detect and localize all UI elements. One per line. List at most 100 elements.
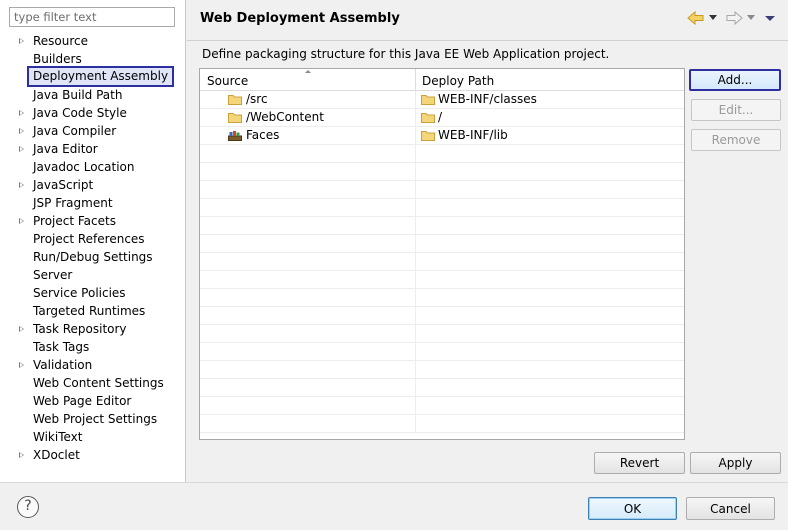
source-cell: /WebContent: [200, 109, 416, 126]
back-arrow-icon[interactable]: [687, 10, 705, 26]
sidebar-item-javadoc-location[interactable]: Javadoc Location: [0, 158, 185, 176]
help-icon[interactable]: ?: [17, 496, 39, 518]
sidebar-item-web-project-settings[interactable]: Web Project Settings: [0, 410, 185, 428]
table-row[interactable]: Faces WEB-INF/lib: [200, 127, 684, 145]
deploy-path-cell: [416, 217, 684, 234]
ok-button[interactable]: OK: [588, 497, 677, 520]
expand-arrow-icon[interactable]: [19, 128, 24, 134]
view-menu-icon[interactable]: [764, 10, 776, 26]
expand-arrow-icon[interactable]: [19, 182, 24, 188]
expand-arrow-icon[interactable]: [19, 326, 24, 332]
sidebar-item-java-editor[interactable]: Java Editor: [0, 140, 185, 158]
sidebar-item-xdoclet[interactable]: XDoclet: [0, 446, 185, 464]
property-page-tree: Resource Builders Deployment Assembly Java …: [0, 32, 185, 464]
deploy-path-cell: [416, 415, 684, 432]
edit-button[interactable]: Edit...: [691, 99, 781, 121]
source-cell: [200, 199, 416, 216]
sidebar-item-java-code-style[interactable]: Java Code Style: [0, 104, 185, 122]
expand-arrow-icon[interactable]: [19, 146, 24, 152]
forward-arrow-icon[interactable]: [725, 10, 743, 26]
source-cell: [200, 325, 416, 342]
sidebar-item-project-facets[interactable]: Project Facets: [0, 212, 185, 230]
sidebar-item-project-references[interactable]: Project References: [0, 230, 185, 248]
forward-history-dropdown-icon[interactable]: [746, 10, 756, 26]
table-row-empty: [200, 181, 684, 199]
sidebar-item-label: Javadoc Location: [33, 160, 135, 174]
sidebar-item-wikitext[interactable]: WikiText: [0, 428, 185, 446]
sidebar-item-label: Server: [33, 268, 73, 282]
revert-button[interactable]: Revert: [594, 452, 685, 474]
source-cell: [200, 235, 416, 252]
deploy-path-cell: WEB-INF/lib: [416, 127, 684, 144]
sidebar-item-task-repository[interactable]: Task Repository: [0, 320, 185, 338]
sidebar-item-run-debug-settings[interactable]: Run/Debug Settings: [0, 248, 185, 266]
sidebar-item-java-build-path[interactable]: Java Build Path: [0, 86, 185, 104]
column-header-source[interactable]: Source: [200, 69, 416, 91]
sidebar-item-validation[interactable]: Validation: [0, 356, 185, 374]
dialog-footer: ? OK Cancel: [0, 483, 788, 530]
sidebar-item-java-compiler[interactable]: Java Compiler: [0, 122, 185, 140]
deploy-path-cell: [416, 181, 684, 198]
sidebar-item-targeted-runtimes[interactable]: Targeted Runtimes: [0, 302, 185, 320]
page-header: Web Deployment Assembly: [187, 0, 788, 40]
sidebar-item-deployment-assembly[interactable]: Deployment Assembly: [0, 66, 185, 87]
table-row[interactable]: /WebContent /: [200, 109, 684, 127]
source-cell: [200, 397, 416, 414]
sidebar-item-label: Project Facets: [33, 214, 116, 228]
sidebar-item-web-page-editor[interactable]: Web Page Editor: [0, 392, 185, 410]
source-cell: [200, 289, 416, 306]
table-row-empty: [200, 271, 684, 289]
deploy-path-cell: [416, 163, 684, 180]
deploy-path-cell: [416, 379, 684, 396]
expand-arrow-icon[interactable]: [19, 38, 24, 44]
folder-icon: [228, 95, 242, 105]
sidebar-item-javascript[interactable]: JavaScript: [0, 176, 185, 194]
expand-arrow-icon[interactable]: [19, 362, 24, 368]
deploy-path-cell: [416, 235, 684, 252]
table-row-empty: [200, 307, 684, 325]
source-cell: [200, 181, 416, 198]
expand-arrow-icon[interactable]: [19, 110, 24, 116]
table-row-empty: [200, 343, 684, 361]
page-description: Define packaging structure for this Java…: [202, 47, 610, 61]
source-cell: [200, 361, 416, 378]
sidebar-item-label: Validation: [33, 358, 93, 372]
sidebar-item-label: Task Repository: [33, 322, 127, 336]
column-header-deploy-path[interactable]: Deploy Path: [416, 69, 684, 91]
table-row[interactable]: /src WEB-INF/classes: [200, 91, 684, 109]
add-button[interactable]: Add...: [689, 69, 781, 91]
sidebar-item-label: Java Compiler: [33, 124, 117, 138]
page-title: Web Deployment Assembly: [200, 11, 400, 26]
deploy-path-cell: [416, 199, 684, 216]
back-history-dropdown-icon[interactable]: [708, 10, 718, 26]
sidebar-item-jsp-fragment[interactable]: JSP Fragment: [0, 194, 185, 212]
column-header-source-label: Source: [207, 74, 249, 88]
filter-input[interactable]: [9, 7, 175, 27]
sidebar-item-resource[interactable]: Resource: [0, 32, 185, 50]
expand-arrow-icon[interactable]: [19, 218, 24, 224]
deploy-path-cell: [416, 307, 684, 324]
cancel-button[interactable]: Cancel: [686, 497, 775, 520]
table-body: /src WEB-INF/classes/WebContent / Faces WEB-…: [200, 91, 684, 433]
sidebar-item-label: Java Editor: [33, 142, 98, 156]
source-cell: [200, 217, 416, 234]
source-cell: [200, 343, 416, 360]
remove-button[interactable]: Remove: [691, 129, 781, 151]
folder-icon: [421, 95, 435, 105]
sidebar-item-server[interactable]: Server: [0, 266, 185, 284]
sidebar-item-label: WikiText: [33, 430, 83, 444]
folder-icon: [228, 113, 242, 123]
table-header: Source Deploy Path: [200, 69, 684, 91]
expand-arrow-icon[interactable]: [19, 452, 24, 458]
header-divider: [187, 40, 788, 41]
sidebar-item-service-policies[interactable]: Service Policies: [0, 284, 185, 302]
sidebar-item-label: Web Content Settings: [33, 376, 164, 390]
deploy-path-cell-text: WEB-INF/classes: [438, 92, 537, 106]
apply-button[interactable]: Apply: [690, 452, 781, 474]
sidebar-item-task-tags[interactable]: Task Tags: [0, 338, 185, 356]
folder-icon: [421, 113, 435, 123]
source-cell-text: Faces: [246, 128, 280, 142]
deployment-assembly-table[interactable]: Source Deploy Path /src WEB-INF/classes/W…: [199, 68, 685, 440]
sidebar-item-web-content-settings[interactable]: Web Content Settings: [0, 374, 185, 392]
sidebar-item-label: Service Policies: [33, 286, 126, 300]
